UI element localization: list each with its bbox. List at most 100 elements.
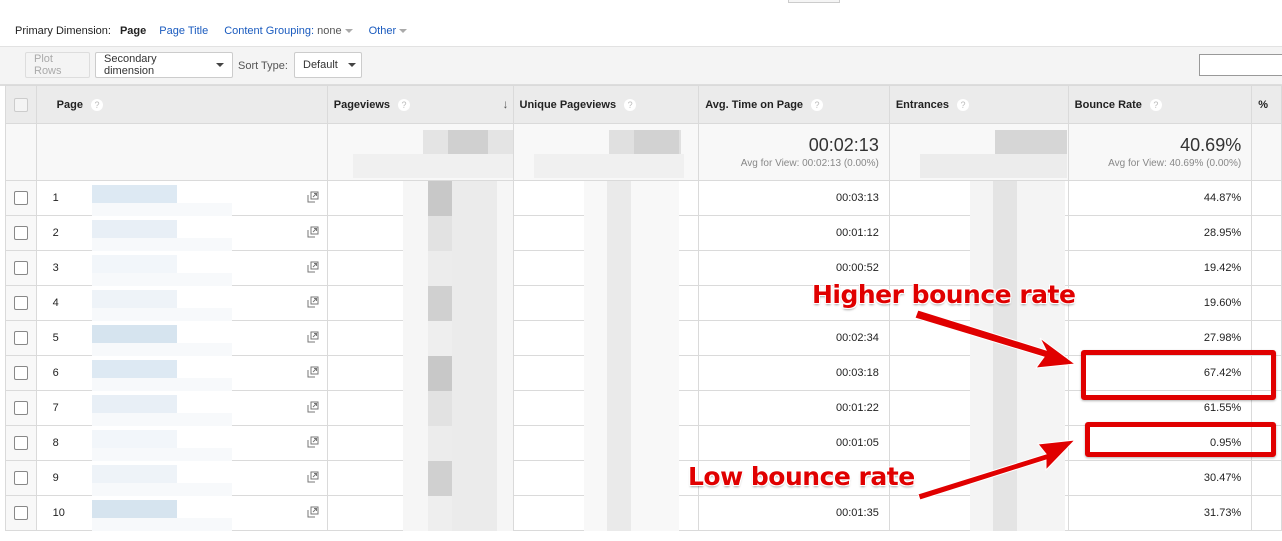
header-avg-time[interactable]: Avg. Time on Page? (698, 85, 890, 124)
header-label: Pageviews (333, 98, 391, 111)
highlight-box-high (1081, 350, 1276, 400)
primary-dimension-page-title[interactable]: Page Title (159, 25, 208, 37)
avg-time-cell: 00:02:34 (698, 320, 890, 356)
page-cell[interactable]: 2 (35, 215, 328, 251)
page-cell[interactable]: 10 (35, 495, 328, 531)
other-dimension-dropdown[interactable]: Other (369, 25, 408, 37)
row-checkbox[interactable] (13, 401, 28, 415)
header-pageviews[interactable]: Pageviews? ↓ (326, 85, 514, 124)
content-grouping-value: none (317, 25, 342, 37)
row-checkbox[interactable] (13, 226, 28, 240)
help-icon[interactable]: ? (811, 98, 824, 111)
bounce-rate-cell: 19.60% (1067, 285, 1253, 321)
redacted-value (890, 216, 1068, 251)
header-row: Page? Pageviews? ↓ Unique Pageviews? Avg.… (5, 85, 1282, 124)
page-cell[interactable]: 6 (35, 355, 328, 391)
row-checkbox[interactable] (13, 366, 28, 380)
open-external-link-icon[interactable] (307, 506, 319, 518)
top-button-edge[interactable] (788, 0, 840, 3)
redacted-value (328, 356, 513, 391)
row-number: 3 (52, 262, 59, 274)
redacted-value (328, 251, 513, 286)
annotation-low-bounce: Low bounce rate (688, 462, 915, 491)
bounce-rate-cell: 30.47% (1067, 460, 1253, 496)
open-external-link-icon[interactable] (307, 471, 319, 483)
table-search-input[interactable] (1199, 54, 1282, 76)
header-percent[interactable]: % (1251, 85, 1282, 124)
help-icon[interactable]: ? (624, 98, 637, 111)
redacted-value (890, 124, 1068, 180)
open-external-link-icon[interactable] (307, 436, 319, 448)
redacted-value (514, 321, 699, 356)
page-cell[interactable]: 4 (35, 285, 328, 321)
row-select-cell (5, 495, 37, 531)
page-cell[interactable]: 7 (35, 390, 328, 426)
header-label: Entrances (895, 98, 950, 111)
header-bounce-rate[interactable]: Bounce Rate? (1067, 85, 1253, 124)
sort-type-label: Sort Type: (238, 60, 288, 72)
unique-pageviews-cell-redacted (512, 215, 700, 251)
redacted-page-path (91, 185, 177, 203)
table-row: 2 00:01:12 28.95% (5, 215, 1282, 251)
plot-rows-button[interactable]: Plot Rows (25, 52, 90, 78)
open-external-link-icon[interactable] (307, 261, 319, 273)
page-cell[interactable]: 1 (35, 180, 328, 216)
content-grouping-dropdown[interactable]: Content Grouping: none (224, 25, 353, 37)
open-external-link-icon[interactable] (307, 191, 319, 203)
help-icon[interactable]: ? (398, 98, 411, 111)
row-select-cell (5, 425, 37, 461)
summary-pageviews-redacted (326, 123, 514, 181)
redacted-value (890, 461, 1068, 496)
sort-descending-icon[interactable]: ↓ (503, 97, 509, 111)
redacted-value (328, 286, 513, 321)
row-number: 6 (52, 367, 59, 379)
summary-entrances-redacted (888, 123, 1069, 181)
open-external-link-icon[interactable] (307, 331, 319, 343)
row-number: 7 (52, 402, 59, 414)
open-external-link-icon[interactable] (307, 296, 319, 308)
pageviews-cell-redacted (326, 495, 514, 531)
select-all-cell (5, 85, 37, 124)
redacted-page-path (91, 255, 177, 273)
redacted-value (514, 391, 699, 426)
primary-dimension-page[interactable]: Page (120, 25, 146, 37)
entrances-cell-redacted (888, 495, 1069, 531)
page-cell[interactable]: 8 (35, 425, 328, 461)
avg-time-cell: 00:01:05 (698, 425, 890, 461)
sort-type-dropdown[interactable]: Default (294, 52, 362, 78)
help-icon[interactable]: ? (957, 98, 970, 111)
row-checkbox[interactable] (13, 471, 28, 485)
pageviews-cell-redacted (326, 250, 514, 286)
entrances-cell-redacted (888, 320, 1069, 356)
table-row: 9 30.47% (5, 460, 1282, 496)
row-checkbox[interactable] (13, 506, 28, 520)
secondary-dimension-dropdown[interactable]: Secondary dimension (95, 52, 233, 78)
unique-pageviews-cell-redacted (512, 495, 700, 531)
redacted-page-path (91, 360, 177, 378)
chevron-down-icon (347, 63, 356, 67)
row-checkbox[interactable] (13, 261, 28, 275)
redacted-value (328, 216, 513, 251)
row-checkbox[interactable] (13, 331, 28, 345)
page-cell[interactable]: 5 (35, 320, 328, 356)
page-cell[interactable]: 9 (35, 460, 328, 496)
open-external-link-icon[interactable] (307, 226, 319, 238)
row-number: 9 (52, 472, 59, 484)
header-entrances[interactable]: Entrances? (888, 85, 1069, 124)
open-external-link-icon[interactable] (307, 401, 319, 413)
row-checkbox[interactable] (13, 191, 28, 205)
pageviews-cell-redacted (326, 390, 514, 426)
header-unique-pageviews[interactable]: Unique Pageviews? (512, 85, 700, 124)
row-checkbox[interactable] (13, 296, 28, 310)
help-icon[interactable]: ? (90, 98, 103, 111)
help-icon[interactable]: ? (1149, 98, 1162, 111)
data-table: Page? Pageviews? ↓ Unique Pageviews? Avg.… (5, 85, 1282, 531)
select-all-checkbox[interactable] (13, 97, 28, 112)
redacted-value (514, 496, 699, 531)
page-cell[interactable]: 3 (35, 250, 328, 286)
open-external-link-icon[interactable] (307, 366, 319, 378)
row-number: 10 (52, 507, 65, 519)
header-page[interactable]: Page? (35, 85, 328, 124)
avg-time-cell: 00:03:13 (698, 180, 890, 216)
row-checkbox[interactable] (13, 436, 28, 450)
